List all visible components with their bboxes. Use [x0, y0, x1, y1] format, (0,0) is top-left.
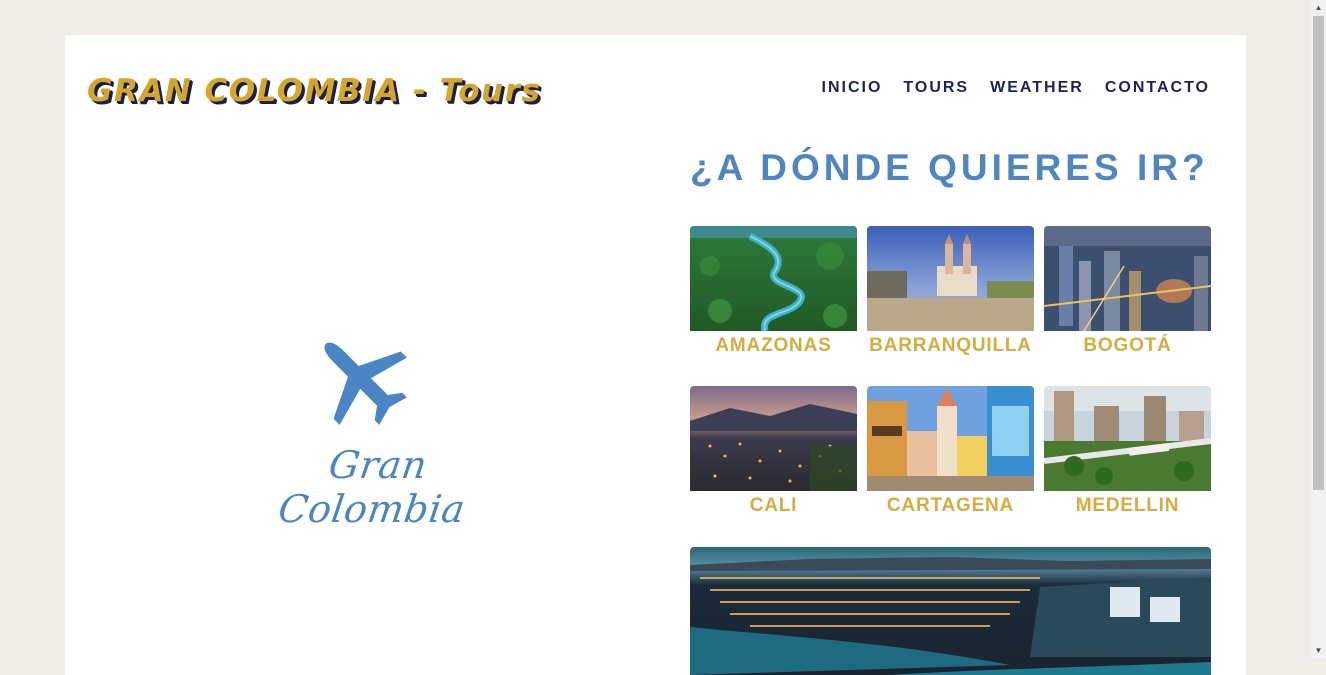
nav-weather[interactable]: WEATHER — [990, 79, 1084, 97]
vertical-scrollbar[interactable]: ▲ ▼ — [1311, 0, 1326, 658]
amazonas-image[interactable] — [690, 226, 857, 331]
cali-image[interactable] — [690, 386, 857, 491]
destination-label[interactable]: BARRANQUILLA — [867, 335, 1034, 357]
destination-label[interactable]: CARTAGENA — [867, 495, 1034, 517]
destination-label[interactable]: MEDELLIN — [1044, 495, 1211, 517]
destination-card-medellin[interactable]: MEDELLIN — [1044, 386, 1211, 516]
site-brand[interactable]: GRAN COLOMBIA - Tours — [87, 73, 541, 109]
nav-contacto[interactable]: CONTACTO — [1105, 79, 1210, 97]
nav-inicio[interactable]: INICIO — [822, 79, 883, 97]
cartagena-image[interactable] — [867, 386, 1034, 491]
destination-card-amazonas[interactable]: AMAZONAS — [690, 226, 857, 356]
scroll-down-icon[interactable]: ▼ — [1314, 646, 1323, 655]
page-container: GRAN COLOMBIA - Tours INICIO TOURS WEATH… — [65, 35, 1246, 675]
gran-colombia-logo: Gran Colombia — [245, 325, 505, 531]
bogota-image[interactable] — [1044, 226, 1211, 331]
destination-card-cartagena[interactable]: CARTAGENA — [867, 386, 1034, 516]
scrollbar-thumb[interactable] — [1313, 16, 1324, 490]
featured-destination-image[interactable] — [690, 547, 1211, 675]
destination-label[interactable]: AMAZONAS — [690, 335, 857, 357]
destinations-heading: ¿A DÓNDE QUIERES IR? — [690, 147, 1209, 188]
destination-label[interactable]: BOGOTÁ — [1044, 335, 1211, 357]
destination-card-barranquilla[interactable]: BARRANQUILLA — [867, 226, 1034, 356]
airplane-icon — [324, 342, 407, 425]
scroll-up-icon[interactable]: ▲ — [1314, 3, 1323, 12]
main-nav: INICIO TOURS WEATHER CONTACTO — [822, 79, 1211, 97]
logo-text: Gran Colombia — [275, 443, 469, 531]
nav-tours[interactable]: TOURS — [903, 79, 969, 97]
destination-label[interactable]: CALI — [690, 495, 857, 517]
destination-card-cali[interactable]: CALI — [690, 386, 857, 516]
medellin-image[interactable] — [1044, 386, 1211, 491]
barranquilla-image[interactable] — [867, 226, 1034, 331]
destination-card-bogota[interactable]: BOGOTÁ — [1044, 226, 1211, 356]
